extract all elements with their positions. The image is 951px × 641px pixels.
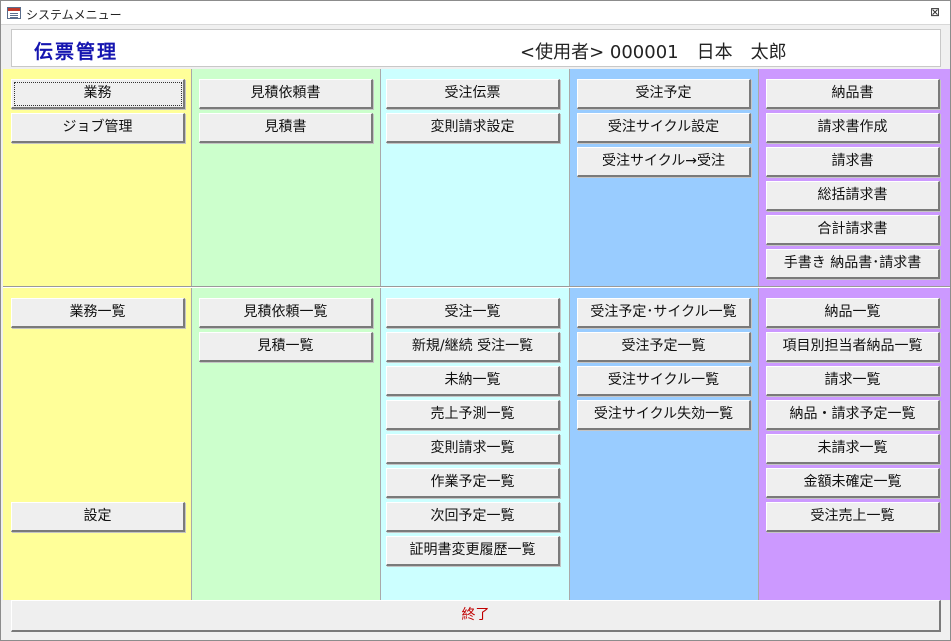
order-sales-list-button[interactable]: 受注売上一覧 <box>766 502 940 532</box>
order-cycle-setting-button[interactable]: 受注サイクル設定 <box>577 113 751 143</box>
sales-forecast-list-button[interactable]: 売上予測一覧 <box>386 400 560 430</box>
amount-unconfirmed-list-button[interactable]: 金額未確定一覧 <box>766 468 940 498</box>
quote-request-button[interactable]: 見積依頼書 <box>199 79 373 109</box>
total-invoice-button[interactable]: 合計請求書 <box>766 215 940 245</box>
gyomu-button[interactable]: 業務 <box>11 79 185 109</box>
certificate-change-history-button[interactable]: 証明書変更履歴一覧 <box>386 536 560 566</box>
quote-list-button[interactable]: 見積一覧 <box>199 332 373 362</box>
job-management-button[interactable]: ジョブ管理 <box>11 113 185 143</box>
per-item-staff-delivery-list-button[interactable]: 項目別担当者納品一覧 <box>766 332 940 362</box>
form-icon <box>7 7 21 19</box>
create-invoice-button[interactable]: 請求書作成 <box>766 113 940 143</box>
order-list-button[interactable]: 受注一覧 <box>386 298 560 328</box>
order-slip-button[interactable]: 受注伝票 <box>386 79 560 109</box>
order-schedule-list-button[interactable]: 受注予定一覧 <box>577 332 751 362</box>
order-cycle-to-order-button[interactable]: 受注サイクル→受注 <box>577 147 751 177</box>
user-info: <使用者> 000001 日本 太郎 <box>520 42 787 63</box>
quote-button[interactable]: 見積書 <box>199 113 373 143</box>
column-divider <box>569 69 570 600</box>
quote-request-list-button[interactable]: 見積依頼一覧 <box>199 298 373 328</box>
order-cycle-expired-list-button[interactable]: 受注サイクル失効一覧 <box>577 400 751 430</box>
summary-invoice-button[interactable]: 総括請求書 <box>766 181 940 211</box>
window-title: システムメニュー <box>26 8 122 22</box>
column-divider <box>758 69 759 600</box>
irregular-billing-setting-button[interactable]: 変則請求設定 <box>386 113 560 143</box>
delivery-list-button[interactable]: 納品一覧 <box>766 298 940 328</box>
column-divider <box>380 69 381 600</box>
exit-button[interactable]: 終了 <box>11 600 941 632</box>
order-cycle-list-button[interactable]: 受注サイクル一覧 <box>577 366 751 396</box>
app-title: 伝票管理 <box>34 41 119 63</box>
work-schedule-list-button[interactable]: 作業予定一覧 <box>386 468 560 498</box>
header-panel: 伝票管理 <使用者> 000001 日本 太郎 <box>11 29 941 67</box>
billing-list-button[interactable]: 請求一覧 <box>766 366 940 396</box>
section-divider <box>3 286 950 288</box>
new-continued-order-list-button[interactable]: 新規/継続 受注一覧 <box>386 332 560 362</box>
handwritten-docs-button[interactable]: 手書き 納品書･請求書 <box>766 249 940 279</box>
delivery-billing-schedule-list-button[interactable]: 納品・請求予定一覧 <box>766 400 940 430</box>
undelivered-list-button[interactable]: 未納一覧 <box>386 366 560 396</box>
delivery-note-button[interactable]: 納品書 <box>766 79 940 109</box>
unbilled-list-button[interactable]: 未請求一覧 <box>766 434 940 464</box>
close-icon[interactable]: ⊠ <box>930 5 940 19</box>
title-bar: システムメニュー ⊠ <box>1 1 950 25</box>
column-divider <box>191 69 192 600</box>
next-schedule-list-button[interactable]: 次回予定一覧 <box>386 502 560 532</box>
order-schedule-button[interactable]: 受注予定 <box>577 79 751 109</box>
invoice-button[interactable]: 請求書 <box>766 147 940 177</box>
order-schedule-cycle-list-button[interactable]: 受注予定･サイクル一覧 <box>577 298 751 328</box>
irregular-billing-list-button[interactable]: 変則請求一覧 <box>386 434 560 464</box>
gyomu-list-button[interactable]: 業務一覧 <box>11 298 185 328</box>
settings-button[interactable]: 設定 <box>11 502 185 532</box>
main-window: システムメニュー ⊠ 伝票管理 <使用者> 000001 日本 太郎 業務 ジョ… <box>0 0 951 641</box>
